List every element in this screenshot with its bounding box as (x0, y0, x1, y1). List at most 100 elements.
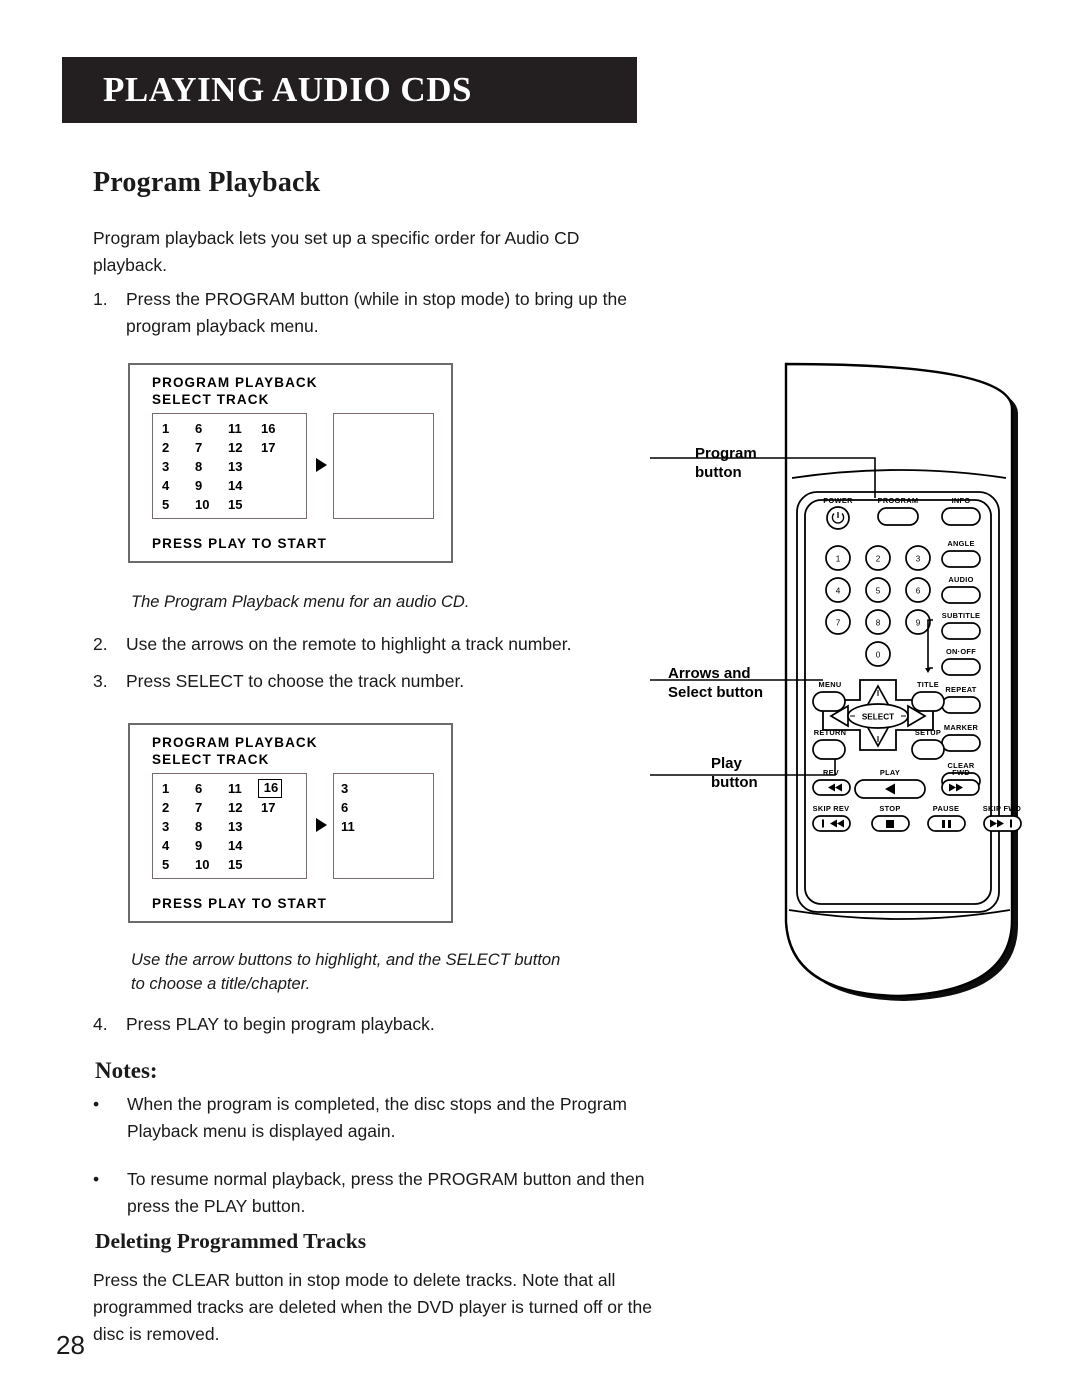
label-program: PROGRAM (878, 496, 919, 505)
return-button (812, 739, 846, 760)
program-list-entry: 6 (341, 800, 349, 815)
step-number: 1. (93, 289, 108, 309)
program-list-entry: 3 (341, 781, 349, 796)
track-number-cell[interactable]: 7 (192, 798, 225, 817)
osd-title-line1: PROGRAM PLAYBACK (152, 735, 318, 750)
pause-icon-bar1 (942, 820, 945, 828)
label-marker: MARKER (944, 723, 979, 732)
note-text: When the program is completed, the disc … (127, 1094, 627, 1141)
step-text: Press PLAY to begin program playback. (126, 1014, 435, 1034)
track-number-cell[interactable]: 4 (159, 836, 192, 855)
menu-button (812, 691, 846, 712)
label-pause: PAUSE (933, 804, 959, 813)
track-number-cell[interactable]: 5 (159, 495, 192, 514)
track-number-cell[interactable]: 15 (225, 495, 258, 514)
label-return: RETURN (814, 728, 847, 737)
figure-caption-1: The Program Playback menu for an audio C… (131, 593, 470, 611)
info-button (941, 507, 981, 526)
label-setup: SETUP (915, 728, 941, 737)
label-skip-rev: SKIP REV (813, 804, 850, 813)
track-grid: 1 6 11 16 2 7 12 17 3 8 13 4 9 14 5 10 15 (159, 419, 291, 514)
keypad-label-6: 6 (916, 587, 921, 596)
label-power: POWER (823, 496, 853, 505)
track-number-cell[interactable]: 6 (192, 419, 225, 438)
track-number-cell[interactable]: 14 (225, 476, 258, 495)
osd-program-list-panel (333, 413, 434, 519)
title-button (911, 691, 945, 712)
step-text: Press SELECT to choose the track number. (126, 671, 465, 691)
program-list-entry: 11 (341, 819, 355, 834)
remote-control-illustration: .bodyline { fill:#ffffff; stroke:#000; s… (650, 350, 1070, 1010)
track-number-cell[interactable]: 10 (192, 855, 225, 874)
track-number-cell[interactable]: 17 (258, 798, 291, 817)
track-number-cell[interactable]: 6 (192, 779, 225, 798)
track-number-cell[interactable]: 2 (159, 798, 192, 817)
track-number-cell[interactable]: 1 (159, 779, 192, 798)
track-number-cell[interactable]: 3 (159, 457, 192, 476)
step-text: Press the PROGRAM button (while in stop … (126, 289, 627, 336)
step-item: 2. Use the arrows on the remote to highl… (93, 631, 653, 658)
label-rev: REV (823, 768, 839, 777)
bullet-icon: • (93, 1094, 100, 1114)
osd-program-playback-menu-selected: PROGRAM PLAYBACK SELECT TRACK 1 6 11 16 2 7 12… (128, 723, 453, 923)
section-heading: Program Playback (93, 167, 321, 198)
osd-transfer-arrow-icon (316, 458, 327, 472)
step-number: 4. (93, 1014, 108, 1034)
pause-button (927, 815, 966, 832)
track-number-cell[interactable]: 7 (192, 438, 225, 457)
track-empty-cell (258, 817, 291, 836)
label-fwd: FWD (952, 768, 970, 777)
track-number-cell[interactable]: 12 (225, 798, 258, 817)
label-subtitle: SUBTITLE (942, 611, 981, 620)
osd-menu-title: PROGRAM PLAYBACK SELECT TRACK (152, 734, 318, 768)
keypad-label-0: 0 (876, 651, 881, 660)
deleting-paragraph: Press the CLEAR button in stop mode to d… (93, 1270, 652, 1344)
notes-heading: Notes: (95, 1058, 158, 1083)
label-audio: AUDIO (948, 575, 973, 584)
track-number-cell[interactable]: 1 (159, 419, 192, 438)
track-number-cell[interactable]: 9 (192, 836, 225, 855)
track-number-cell[interactable]: 8 (192, 817, 225, 836)
osd-menu-title: PROGRAM PLAYBACK SELECT TRACK (152, 374, 318, 408)
track-number-cell[interactable]: 13 (225, 817, 258, 836)
label-angle: ANGLE (947, 539, 974, 548)
osd-title-line2: SELECT TRACK (152, 392, 270, 407)
track-number-cell-highlighted[interactable]: 16 (258, 779, 282, 798)
track-number-cell[interactable]: 15 (225, 855, 258, 874)
track-number-cell[interactable]: 2 (159, 438, 192, 457)
track-number-cell[interactable]: 3 (159, 817, 192, 836)
osd-track-grid-panel[interactable]: 1 6 11 16 2 7 12 17 3 8 13 4 9 14 5 10 15 (152, 773, 307, 879)
page-title: PLAYING AUDIO CDS (103, 70, 472, 109)
marker-button (941, 734, 981, 752)
track-number-cell[interactable]: 14 (225, 836, 258, 855)
track-number-cell[interactable]: 11 (225, 419, 258, 438)
osd-menu-footer: PRESS PLAY TO START (152, 896, 327, 911)
track-number-cell[interactable]: 10 (192, 495, 225, 514)
steps-list-part1: 1. Press the PROGRAM button (while in st… (93, 286, 648, 344)
osd-menu-footer: PRESS PLAY TO START (152, 536, 327, 551)
track-empty-cell (258, 495, 291, 514)
remote-control-svg: .bodyline { fill:#ffffff; stroke:#000; s… (650, 362, 1022, 1001)
label-play: PLAY (880, 768, 900, 777)
track-empty-cell (258, 855, 291, 874)
keypad-label-1: 1 (836, 555, 841, 564)
track-number-cell[interactable]: 13 (225, 457, 258, 476)
track-number-cell[interactable]: 8 (192, 457, 225, 476)
track-number-cell[interactable]: 12 (225, 438, 258, 457)
pause-icon-bar2 (948, 820, 951, 828)
track-number-cell[interactable]: 16 (258, 419, 291, 438)
track-number-cell[interactable]: 11 (225, 779, 258, 798)
audio-button (941, 586, 981, 604)
track-number-cell[interactable]: 4 (159, 476, 192, 495)
osd-track-grid-panel[interactable]: 1 6 11 16 2 7 12 17 3 8 13 4 9 14 5 10 15 (152, 413, 307, 519)
keypad-label-9: 9 (916, 619, 921, 628)
track-number-cell[interactable]: 17 (258, 438, 291, 457)
track-number-cell[interactable]: 9 (192, 476, 225, 495)
step-number: 3. (93, 671, 108, 691)
label-menu: MENU (819, 680, 842, 689)
track-number-cell[interactable]: 5 (159, 855, 192, 874)
osd-title-line2: SELECT TRACK (152, 752, 270, 767)
page-number: 28 (56, 1330, 85, 1360)
figure-caption-2: Use the arrow buttons to highlight, and … (131, 951, 561, 993)
step-item: 4. Press PLAY to begin program playback. (93, 1011, 653, 1038)
